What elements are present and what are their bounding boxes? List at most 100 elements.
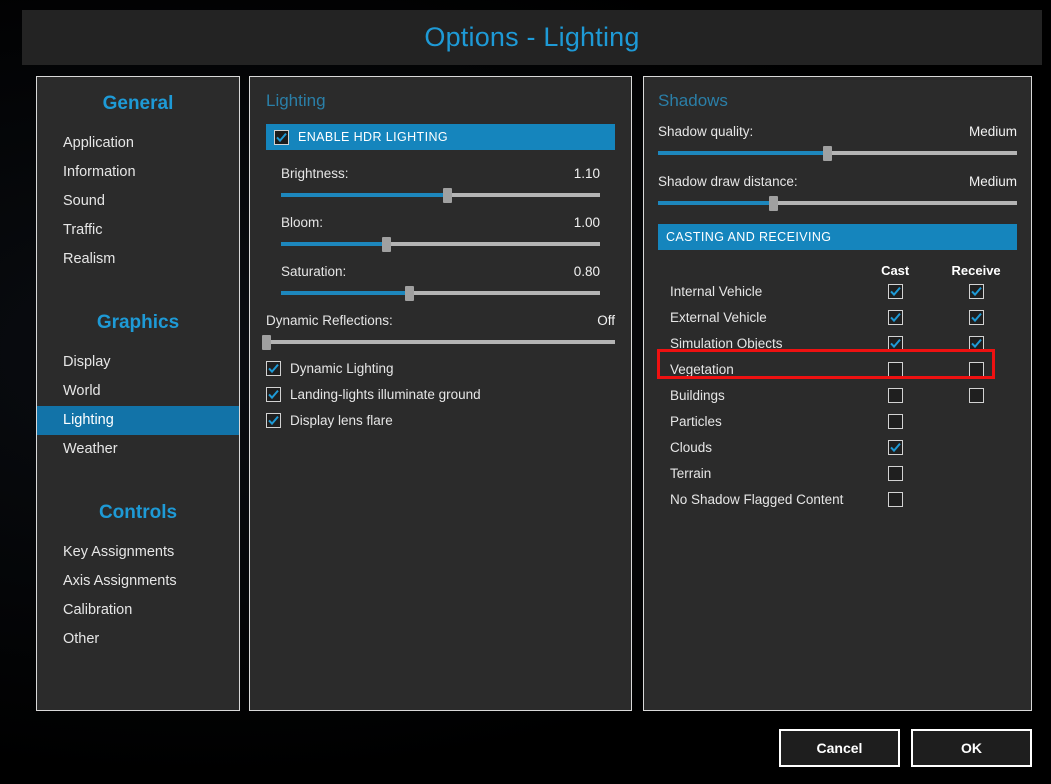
checkbox-icon[interactable]	[266, 413, 281, 428]
checkbox-icon[interactable]	[968, 387, 984, 403]
slider-thumb[interactable]	[442, 188, 452, 203]
bloom-slider[interactable]	[281, 237, 600, 252]
slider-fill	[281, 242, 387, 246]
checkbox-icon[interactable]	[887, 413, 903, 429]
column-header-cast: Cast	[881, 263, 910, 278]
dynamic-reflections-slider[interactable]	[262, 335, 615, 350]
cast-cell-external-vehicle[interactable]	[856, 309, 936, 325]
table-row: External Vehicle	[658, 304, 1017, 330]
slider-thumb[interactable]	[768, 196, 778, 211]
sidebar-item-information[interactable]: Information	[37, 158, 239, 187]
sidebar-item-realism[interactable]: Realism	[37, 245, 239, 274]
slider-fill	[281, 291, 409, 295]
cast-cell-simulation-objects[interactable]	[856, 335, 936, 351]
row-label-particles: Particles	[670, 413, 722, 429]
sidebar-item-label: Weather	[63, 441, 118, 457]
cast-cell-vegetation[interactable]	[856, 361, 936, 377]
row-label-buildings: Buildings	[670, 387, 725, 403]
sidebar-item-display[interactable]: Display	[37, 348, 239, 377]
table-row: Particles	[658, 408, 1017, 434]
sidebar-item-key-assignments[interactable]: Key Assignments	[37, 538, 239, 567]
saturation-slider[interactable]	[281, 286, 600, 301]
checkbox-icon[interactable]	[887, 283, 903, 299]
sidebar-item-label: Application	[63, 135, 134, 151]
checkbox-icon[interactable]	[887, 361, 903, 377]
checkbox-icon[interactable]	[968, 309, 984, 325]
sidebar-item-weather[interactable]: Weather	[37, 435, 239, 464]
dialog-titlebar: Options - Lighting	[22, 10, 1042, 65]
sidebar-item-traffic[interactable]: Traffic	[37, 216, 239, 245]
cast-cell-internal-vehicle[interactable]	[856, 283, 936, 299]
bloom-control[interactable]: Bloom: 1.00	[266, 215, 615, 252]
shadow-quality-slider[interactable]	[658, 146, 1017, 161]
lighting-section-heading: Lighting	[266, 91, 326, 110]
shadow-draw-distance-control[interactable]: Shadow draw distance: Medium	[658, 174, 1017, 211]
sidebar-item-label: Axis Assignments	[63, 573, 177, 589]
slider-thumb[interactable]	[404, 286, 414, 301]
sidebar-item-world[interactable]: World	[37, 377, 239, 406]
saturation-value: 0.80	[573, 264, 600, 279]
page-title: Options - Lighting	[424, 22, 640, 52]
brightness-control[interactable]: Brightness: 1.10	[266, 166, 615, 203]
display-lens-flare-checkbox-row[interactable]: Display lens flare	[266, 413, 615, 428]
sidebar-item-calibration[interactable]: Calibration	[37, 596, 239, 625]
sidebar-item-application[interactable]: Application	[37, 129, 239, 158]
sidebar-item-other[interactable]: Other	[37, 625, 239, 654]
brightness-label: Brightness:	[281, 166, 349, 181]
receive-cell-external-vehicle[interactable]	[935, 309, 1017, 325]
landing-lights-illuminate-ground-label: Landing-lights illuminate ground	[290, 387, 481, 402]
receive-cell-vegetation[interactable]	[935, 361, 1017, 377]
slider-thumb[interactable]	[822, 146, 832, 161]
receive-cell-internal-vehicle[interactable]	[935, 283, 1017, 299]
matrix-header-row: Cast Receive	[658, 256, 1017, 278]
cancel-button[interactable]: Cancel	[779, 729, 900, 767]
checkbox-icon[interactable]	[887, 387, 903, 403]
saturation-control[interactable]: Saturation: 0.80	[266, 264, 615, 301]
sidebar-group-graphics: Graphics	[96, 312, 180, 333]
cast-cell-buildings[interactable]	[856, 387, 936, 403]
receive-cell-simulation-objects[interactable]	[935, 335, 1017, 351]
shadow-quality-label: Shadow quality:	[658, 124, 754, 139]
slider-fill	[658, 151, 827, 155]
sidebar-item-label: Sound	[63, 193, 105, 209]
slider-thumb[interactable]	[382, 237, 392, 252]
sidebar-item-sound[interactable]: Sound	[37, 187, 239, 216]
cast-cell-no-shadow-flagged-content[interactable]	[856, 491, 936, 507]
bloom-value: 1.00	[573, 215, 600, 230]
checkbox-icon[interactable]	[274, 129, 289, 145]
table-row: No Shadow Flagged Content	[658, 486, 1017, 512]
receive-cell-buildings[interactable]	[935, 387, 1017, 403]
checkbox-icon[interactable]	[968, 335, 984, 351]
shadows-settings-panel: Shadows Shadow quality: Medium Shadow draw…	[643, 76, 1032, 711]
dynamic-lighting-checkbox-row[interactable]: Dynamic Lighting	[266, 361, 615, 376]
checkbox-icon[interactable]	[887, 439, 903, 455]
slider-fill	[658, 201, 773, 205]
table-row: Clouds	[658, 434, 1017, 460]
slider-thumb[interactable]	[262, 335, 271, 350]
checkbox-icon[interactable]	[266, 387, 281, 402]
dynamic-reflections-control[interactable]: Dynamic Reflections: Off	[262, 313, 615, 350]
row-label-clouds: Clouds	[670, 439, 713, 455]
cast-cell-particles[interactable]	[856, 413, 936, 429]
sidebar-item-lighting[interactable]: Lighting	[37, 406, 239, 435]
checkbox-icon[interactable]	[887, 335, 903, 351]
sidebar-item-label: Calibration	[63, 602, 133, 618]
sidebar-item-axis-assignments[interactable]: Axis Assignments	[37, 567, 239, 596]
checkbox-icon[interactable]	[968, 283, 984, 299]
brightness-slider[interactable]	[281, 188, 600, 203]
cast-cell-terrain[interactable]	[856, 465, 936, 481]
checkbox-icon[interactable]	[266, 361, 281, 376]
landing-lights-illuminate-ground-checkbox-row[interactable]: Landing-lights illuminate ground	[266, 387, 615, 402]
sidebar-item-label: Display	[63, 354, 111, 370]
checkbox-icon[interactable]	[968, 361, 984, 377]
checkbox-icon[interactable]	[887, 465, 903, 481]
cast-cell-clouds[interactable]	[856, 439, 936, 455]
sidebar-group-controls: Controls	[98, 502, 178, 523]
shadow-quality-control[interactable]: Shadow quality: Medium	[658, 124, 1017, 161]
shadow-draw-distance-slider[interactable]	[658, 196, 1017, 211]
checkbox-icon[interactable]	[887, 491, 903, 507]
ok-button[interactable]: OK	[911, 729, 1032, 767]
checkbox-icon[interactable]	[887, 309, 903, 325]
enable-hdr-lighting-toggle[interactable]: ENABLE HDR LIGHTING	[266, 124, 615, 150]
